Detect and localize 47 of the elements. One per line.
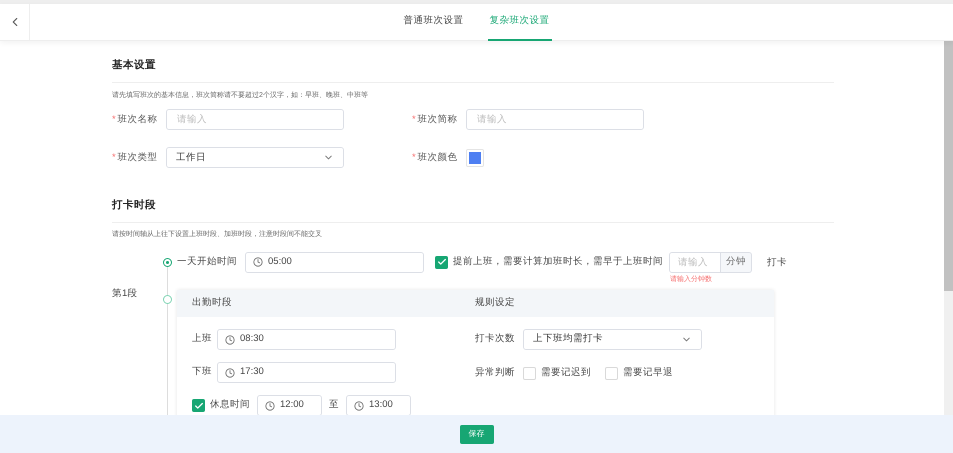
- clock-icon: [265, 400, 275, 410]
- required-mark: *: [112, 150, 116, 165]
- checkbox[interactable]: [192, 399, 205, 412]
- section-title: 打卡时段: [112, 198, 157, 214]
- range-separator: 至: [328, 398, 340, 412]
- time-field[interactable]: 05:00: [245, 252, 424, 272]
- column-title: 规则设定: [475, 296, 515, 310]
- minutes-field[interactable]: 请输入: [669, 252, 721, 272]
- segment-label: 第1段: [112, 286, 138, 300]
- required-mark: *: [112, 112, 116, 127]
- scrollbar[interactable]: [944, 41, 953, 415]
- field-label: 上班: [192, 332, 209, 346]
- clock-icon: [354, 400, 364, 410]
- clock-icon: [225, 368, 235, 378]
- checkbox[interactable]: [435, 256, 448, 268]
- suffix-label: 打卡: [767, 256, 787, 270]
- time-field[interactable]: 08:30: [217, 329, 396, 350]
- required-mark: *: [412, 150, 416, 165]
- section-title: 基本设置: [112, 58, 157, 73]
- select-field[interactable]: 工作日: [166, 147, 344, 168]
- clock-icon: [253, 257, 263, 267]
- checkbox-label: 提前上班，需要计算加班时长，需早于上班时间: [453, 254, 663, 269]
- time-field[interactable]: 17:30: [217, 362, 396, 383]
- column-title: 出勤时段: [192, 296, 233, 310]
- timeline-dot: [162, 258, 172, 266]
- field-label: 下班: [192, 365, 209, 380]
- timeline-node: [162, 294, 172, 304]
- field-label: 班次颜色: [418, 150, 458, 165]
- required-mark: *: [412, 112, 416, 127]
- time-field[interactable]: 12:00: [257, 395, 322, 415]
- color-picker[interactable]: [466, 148, 484, 167]
- select-field[interactable]: 上下班均需打卡: [523, 329, 702, 350]
- unit-label: 分钟: [721, 252, 752, 272]
- text-field[interactable]: 请输入: [466, 109, 644, 130]
- text-field[interactable]: 请输入: [166, 109, 344, 130]
- field-label: 班次名称: [118, 112, 158, 127]
- checkbox-label: 需要记早退: [623, 366, 673, 380]
- time-field[interactable]: 13:00: [346, 395, 411, 415]
- field-label: 异常判断: [475, 366, 515, 380]
- field-label: 班次简称: [418, 112, 458, 127]
- checkbox-label: 需要记迟到: [541, 366, 591, 380]
- clock-icon: [225, 334, 235, 344]
- tab[interactable]: 普通班次设置: [402, 4, 466, 40]
- field-label: 班次类型: [118, 150, 158, 165]
- field-label: 一天开始时间: [177, 254, 237, 269]
- checkbox-label: 休息时间: [210, 398, 250, 412]
- field-label: 打卡次数: [475, 332, 515, 346]
